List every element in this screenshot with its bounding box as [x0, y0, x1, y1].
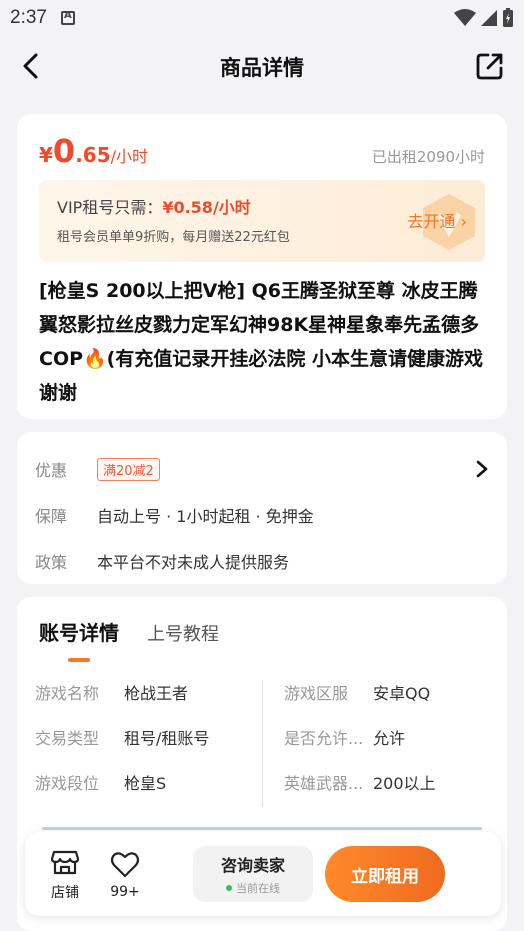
status-bar: 2:37 — [0, 0, 524, 36]
detail-key: 游戏段位 — [35, 774, 100, 793]
vip-price: ¥0.58/小时 — [162, 198, 251, 217]
online-label: 当前在线 — [236, 882, 280, 895]
price-row: ¥0.65/小时 已出租2090小时 — [39, 132, 485, 170]
vip-open-label: 去开通 — [407, 212, 456, 231]
shop-icon — [50, 850, 80, 875]
content-divider — [42, 827, 482, 830]
detail-allow: 是否允许... 允许 — [262, 725, 489, 770]
detail-value: 安卓QQ — [373, 684, 431, 703]
benefits-card: 优惠 满20减2 保障 自动上号 · 1小时起租 · 免押金 政策 本平台不对未… — [17, 432, 507, 584]
goods-title: [枪皇S 200以上把V枪] Q6王腾圣狱至尊 冰皮王腾翼怒影拉丝皮戮力定军幻神… — [39, 280, 483, 404]
detail-value: 允许 — [373, 729, 406, 748]
price-unit: /小时 — [110, 147, 149, 166]
detail-game-name: 游戏名称 枪战王者 — [35, 680, 262, 725]
vip-banner[interactable]: VIP租号只需：¥0.58/小时 租号会员单单9折购，每月赠送22元红包 去开通… — [39, 180, 485, 262]
detail-tabs: 账号详情 上号教程 — [35, 617, 489, 646]
price-card: ¥0.65/小时 已出租2090小时 VIP租号只需：¥0.58/小时 租号会员… — [17, 114, 507, 419]
detail-key: 交易类型 — [35, 729, 100, 748]
rental-price: ¥0.65/小时 — [39, 132, 148, 170]
vip-open-link[interactable]: 去开通 › — [407, 208, 467, 232]
bottom-action-bar: 店铺 99+ 咨询卖家 当前在线 立即租用 — [25, 832, 501, 916]
guarantee-value: 自动上号 · 1小时起租 · 免押金 — [97, 507, 314, 526]
detail-value: 租号/租账号 — [124, 729, 210, 748]
back-arrow-icon[interactable] — [16, 50, 48, 82]
online-dot-icon — [226, 885, 232, 891]
rent-now-button[interactable]: 立即租用 — [325, 846, 445, 902]
vip-label: VIP租号只需： — [57, 198, 163, 217]
discount-tag: 满20减2 — [97, 457, 160, 481]
signal-icon — [481, 10, 497, 26]
price-integer: 0 — [52, 132, 76, 170]
online-status: 当前在线 — [226, 880, 280, 896]
detail-key: 是否允许... — [284, 729, 364, 748]
chevron-right-icon[interactable] — [475, 460, 489, 478]
account-detail-grid: 游戏名称 枪战王者 游戏区服 安卓QQ 交易类型 租号/租账号 是否允许... … — [35, 680, 489, 815]
detail-key: 游戏区服 — [284, 684, 349, 703]
guarantee-key: 保障 — [35, 507, 68, 526]
notification-icon — [60, 10, 75, 25]
wifi-icon — [454, 9, 476, 26]
detail-value: 200以上 — [373, 774, 436, 793]
vip-price-line: VIP租号只需：¥0.58/小时 — [57, 194, 467, 218]
battery-icon — [503, 8, 513, 27]
heart-icon — [110, 852, 140, 878]
detail-rank: 游戏段位 枪皇S — [35, 770, 262, 815]
policy-row: 政策 本平台不对未成人提供服务 — [35, 538, 489, 584]
price-symbol: ¥ — [39, 143, 53, 167]
tab-login-tutorial[interactable]: 上号教程 — [147, 620, 219, 646]
detail-value: 枪战王者 — [124, 684, 189, 703]
detail-weapon: 英雄武器... 200以上 — [262, 770, 489, 815]
status-icons — [454, 8, 514, 28]
consult-seller-button[interactable]: 咨询卖家 当前在线 — [193, 846, 313, 902]
shop-label: 店铺 — [51, 885, 79, 901]
consult-label: 咨询卖家 — [220, 856, 285, 875]
favorite-count: 99+ — [110, 884, 140, 900]
detail-key: 游戏名称 — [35, 684, 100, 703]
rented-hours: 已出租2090小时 — [371, 148, 485, 166]
detail-value: 枪皇S — [124, 774, 167, 793]
detail-key: 英雄武器... — [284, 774, 364, 793]
detail-trade-type: 交易类型 租号/租账号 — [35, 725, 262, 770]
page-title: 商品详情 — [220, 56, 304, 80]
price-decimal: .65 — [75, 143, 111, 167]
guarantee-row: 保障 自动上号 · 1小时起租 · 免押金 — [35, 492, 489, 538]
policy-key: 政策 — [35, 553, 68, 572]
vip-description: 租号会员单单9折购，每月赠送22元红包 — [57, 230, 290, 245]
chevron-right-icon: › — [460, 212, 467, 231]
status-time: 2:37 — [10, 7, 47, 28]
shop-button[interactable]: 店铺 — [35, 846, 95, 902]
favorite-button[interactable]: 99+ — [95, 848, 155, 900]
discount-row[interactable]: 优惠 满20减2 — [35, 446, 489, 492]
policy-value: 本平台不对未成人提供服务 — [97, 553, 290, 572]
nav-bar: 商品详情 — [0, 36, 524, 98]
detail-server: 游戏区服 安卓QQ — [262, 680, 489, 725]
share-icon[interactable] — [474, 50, 506, 82]
tab-account-details[interactable]: 账号详情 — [39, 617, 119, 646]
discount-key: 优惠 — [35, 461, 68, 480]
